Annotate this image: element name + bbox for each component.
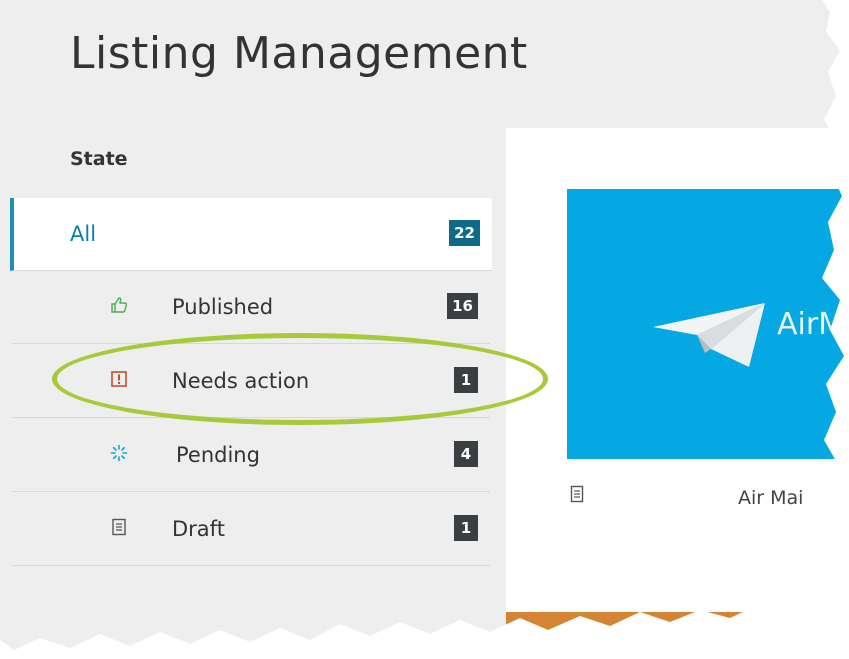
count-badge: 16 bbox=[447, 293, 478, 319]
screenshot-frame: Listing Management State All 22 Publishe… bbox=[0, 0, 845, 650]
thumbs-up-icon bbox=[108, 293, 130, 317]
listing-thumbnail-text: AirM bbox=[777, 307, 845, 342]
listing-name[interactable]: Air Mai bbox=[738, 487, 803, 509]
listing-card[interactable]: AirM Air Mai bbox=[506, 128, 845, 650]
filter-item-pending[interactable]: Pending 4 bbox=[12, 419, 490, 492]
count-badge: 1 bbox=[454, 367, 478, 393]
filter-item-label: Pending bbox=[176, 443, 260, 467]
alert-icon bbox=[108, 367, 130, 391]
count-badge: 4 bbox=[454, 441, 478, 467]
count-badge: 22 bbox=[449, 220, 480, 246]
state-filter-header: State bbox=[70, 148, 128, 170]
document-icon bbox=[108, 515, 130, 539]
filter-item-needs-action[interactable]: Needs action 1 bbox=[12, 345, 490, 418]
filter-item-published[interactable]: Published 16 bbox=[12, 271, 490, 344]
next-card-edge bbox=[506, 612, 836, 650]
page-title: Listing Management bbox=[70, 28, 528, 79]
filter-item-label: All bbox=[70, 222, 97, 246]
paper-plane-icon bbox=[653, 293, 773, 377]
filter-item-label: Draft bbox=[172, 517, 225, 541]
listing-thumbnail[interactable]: AirM bbox=[567, 189, 845, 459]
document-icon bbox=[570, 485, 584, 507]
spinner-icon bbox=[108, 441, 130, 465]
filter-item-label: Published bbox=[172, 295, 274, 319]
filter-item-all[interactable]: All 22 bbox=[10, 198, 492, 271]
filter-item-label: Needs action bbox=[172, 369, 310, 393]
count-badge: 1 bbox=[454, 515, 478, 541]
filter-item-draft[interactable]: Draft 1 bbox=[12, 493, 490, 566]
